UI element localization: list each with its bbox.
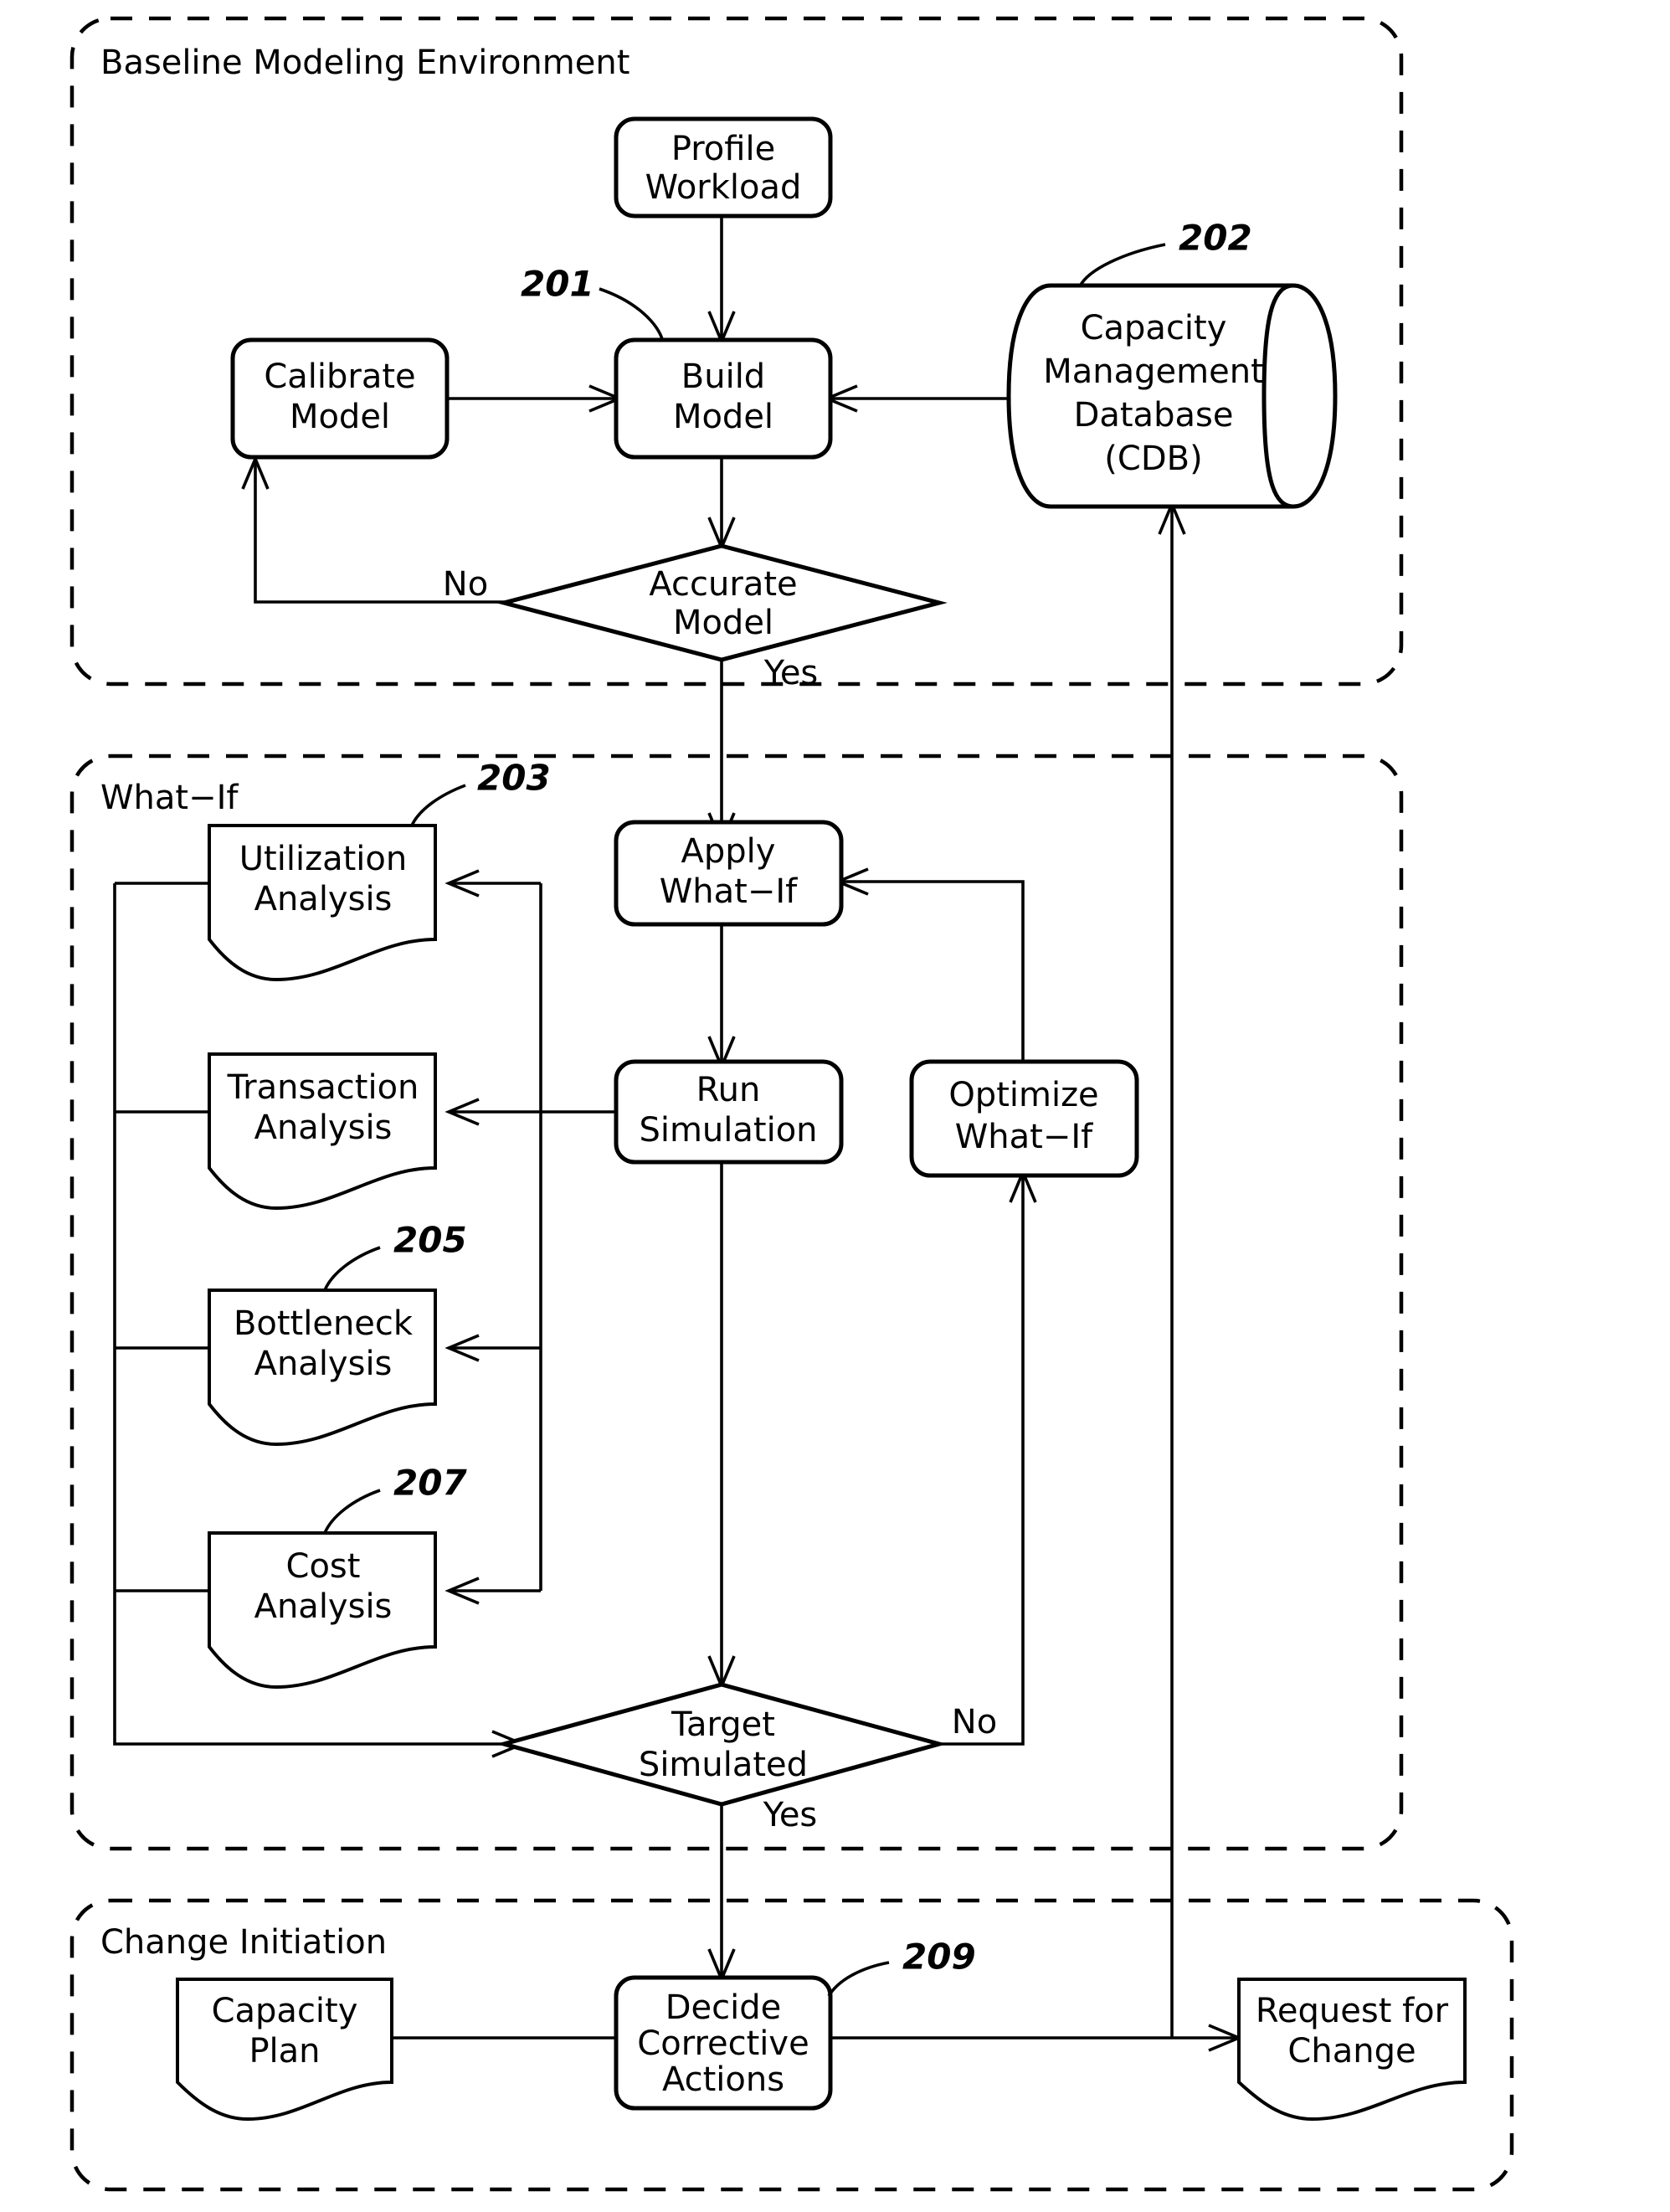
- node-request-for-change[interactable]: Request for Change: [1237, 1978, 1467, 2122]
- node-label-cost-analysis-line2: Analysis: [254, 1587, 393, 1626]
- node-label-capacity-plan-line1: Capacity: [212, 1992, 358, 2030]
- reference-numeral-201: 201: [521, 264, 594, 305]
- flowchart-diagram: Baseline Modeling Environment What−If Ch…: [0, 0, 1670, 2212]
- node-label-decide-line1: Decide: [665, 1988, 782, 2027]
- flowchart-canvas: Baseline Modeling Environment What−If Ch…: [69, 16, 1514, 2192]
- node-build-model[interactable]: Build Model: [614, 337, 833, 460]
- node-label-run-simulation-line1: Run: [696, 1071, 761, 1109]
- node-cost-analysis[interactable]: Cost Analysis: [208, 1531, 437, 1690]
- node-label-bottleneck-analysis-line2: Analysis: [254, 1345, 393, 1383]
- node-calibrate-model[interactable]: Calibrate Model: [230, 337, 450, 460]
- node-label-utilization-analysis-line1: Utilization: [239, 840, 407, 878]
- reference-numeral-202: 202: [1179, 218, 1252, 259]
- node-label-target-simulated-line1: Target: [671, 1705, 775, 1744]
- node-capacity-plan[interactable]: Capacity Plan: [176, 1978, 393, 2122]
- node-label-optimize-what-if-line1: Optimize: [948, 1076, 1098, 1114]
- node-profile-workload[interactable]: Profile Workload: [614, 116, 833, 219]
- node-accurate-model[interactable]: Accurate Model: [496, 543, 948, 662]
- node-apply-what-if[interactable]: Apply What−If: [614, 820, 844, 927]
- node-label-profile-workload-line2: Workload: [645, 168, 802, 207]
- edge-target-no-to-optimize: [924, 1175, 1025, 1746]
- node-label-request-for-change-line1: Request for: [1256, 1992, 1449, 2030]
- leader-line-202: [1078, 243, 1166, 287]
- node-transaction-analysis[interactable]: Transaction Analysis: [208, 1052, 437, 1211]
- node-capacity-management-database[interactable]: Capacity Management Database (CDB): [1006, 283, 1338, 509]
- node-shape-target-simulated: [496, 1682, 948, 1807]
- leader-line-209: [827, 1961, 890, 1997]
- node-label-accurate-model-line1: Accurate: [649, 565, 797, 604]
- reference-numeral-205: 205: [393, 1220, 467, 1261]
- node-label-transaction-analysis-line2: Analysis: [254, 1109, 393, 1147]
- edge-label-accurate-no: No: [443, 565, 488, 604]
- node-label-request-for-change-line2: Change: [1287, 2032, 1416, 2071]
- leader-line-203: [410, 784, 466, 826]
- node-bottleneck-analysis[interactable]: Bottleneck Analysis: [208, 1289, 437, 1447]
- leader-line-205: [323, 1246, 381, 1291]
- node-label-transaction-analysis-line1: Transaction: [227, 1068, 419, 1107]
- node-shape-cdb-end-cap: [1292, 283, 1338, 509]
- node-label-cost-analysis-line1: Cost: [286, 1547, 361, 1586]
- node-label-bottleneck-analysis-line1: Bottleneck: [234, 1304, 414, 1343]
- node-label-cdb-line2: Management: [1043, 352, 1264, 391]
- node-target-simulated[interactable]: Target Simulated: [496, 1682, 948, 1807]
- node-label-decide-line3: Actions: [662, 2060, 784, 2099]
- edge-labels: No Yes No Yes: [443, 565, 997, 1834]
- edge-label-accurate-yes: Yes: [763, 654, 819, 692]
- node-label-cdb-line1: Capacity: [1081, 309, 1227, 347]
- reference-numeral-207: 207: [393, 1463, 467, 1504]
- node-label-utilization-analysis-line2: Analysis: [254, 880, 393, 918]
- node-label-cdb-line4: (CDB): [1104, 440, 1202, 478]
- node-label-cdb-line3: Database: [1074, 396, 1234, 435]
- node-label-apply-what-if-line2: What−If: [660, 872, 798, 911]
- node-label-build-model-line2: Model: [673, 398, 773, 436]
- node-label-accurate-model-line2: Model: [673, 604, 773, 642]
- node-label-capacity-plan-line2: Plan: [249, 2032, 320, 2071]
- node-label-build-model-line1: Build: [681, 358, 765, 396]
- node-label-profile-workload-line1: Profile: [671, 130, 775, 168]
- node-utilization-analysis[interactable]: Utilization Analysis: [208, 824, 437, 982]
- reference-numeral-209: 209: [902, 1937, 976, 1978]
- node-label-optimize-what-if-line2: What−If: [955, 1118, 1093, 1156]
- edge-label-target-yes: Yes: [763, 1796, 818, 1834]
- group-label-change: Change Initiation: [100, 1923, 387, 1962]
- node-label-calibrate-model-line2: Model: [290, 398, 390, 436]
- edge-optimize-to-apply: [841, 880, 1025, 1068]
- group-label-whatif: What−If: [100, 779, 239, 817]
- node-label-decide-line2: Corrective: [637, 2024, 809, 2063]
- group-label-baseline: Baseline Modeling Environment: [100, 44, 629, 82]
- node-run-simulation[interactable]: Run Simulation: [614, 1059, 844, 1165]
- reference-numeral-203: 203: [477, 758, 551, 799]
- edge-label-target-no: No: [952, 1703, 997, 1741]
- node-label-apply-what-if-line1: Apply: [681, 832, 776, 871]
- node-decide-corrective-actions[interactable]: Decide Corrective Actions: [614, 1975, 833, 2111]
- node-label-calibrate-model-line1: Calibrate: [264, 358, 415, 396]
- node-label-target-simulated-line2: Simulated: [639, 1746, 808, 1784]
- leader-line-201: [599, 287, 665, 342]
- node-label-run-simulation-line2: Simulation: [639, 1111, 817, 1150]
- leader-line-207: [323, 1489, 381, 1534]
- node-optimize-what-if[interactable]: Optimize What−If: [909, 1059, 1139, 1178]
